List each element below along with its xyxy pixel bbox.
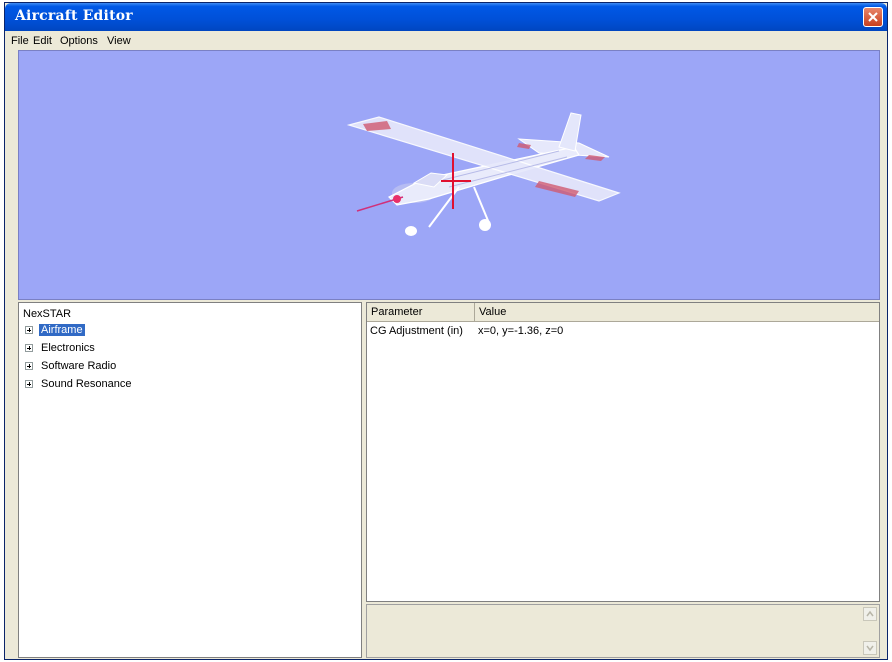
aircraft-3d-viewport[interactable] [18,50,880,300]
scroll-up-button[interactable] [863,607,877,621]
aircraft-model-render [346,112,621,236]
close-button[interactable] [863,7,883,27]
vertical-scrollbar[interactable] [863,607,877,655]
expand-icon[interactable] [25,344,33,352]
tree-item-label: Sound Resonance [41,378,132,390]
menu-edit[interactable]: Edit [33,35,52,47]
value-cell[interactable]: x=0, y=-1.36, z=0 [475,323,563,339]
tree-root-nexstar[interactable]: NexSTAR [23,308,71,320]
window-title: Aircraft Editor [15,8,133,24]
tree-item-label: Airframe [39,324,85,336]
scroll-down-button[interactable] [863,641,877,655]
column-header-parameter[interactable]: Parameter [367,303,475,321]
menu-bar: File Edit Options View [5,31,887,51]
expand-icon[interactable] [25,362,33,370]
expand-icon[interactable] [25,326,33,334]
column-header-value[interactable]: Value [475,303,879,321]
table-row[interactable]: CG Adjustment (in) x=0, y=-1.36, z=0 [367,323,879,339]
menu-options[interactable]: Options [60,35,98,47]
aircraft-tree[interactable]: NexSTAR Airframe Electronics Software Ra… [18,302,362,658]
grid-header: Parameter Value [367,303,879,322]
tree-item-label: Electronics [41,342,95,354]
description-panel [366,604,880,658]
parameter-cell: CG Adjustment (in) [370,325,463,337]
menu-view[interactable]: View [107,35,131,47]
property-grid: Parameter Value CG Adjustment (in) x=0, … [366,302,880,602]
menu-file[interactable]: File [11,35,29,47]
chevron-down-icon [866,645,874,652]
title-bar[interactable]: Aircraft Editor [5,3,887,31]
expand-icon[interactable] [25,380,33,388]
tree-item-label: Software Radio [41,360,117,372]
close-icon [868,12,878,22]
chevron-up-icon [866,610,874,617]
